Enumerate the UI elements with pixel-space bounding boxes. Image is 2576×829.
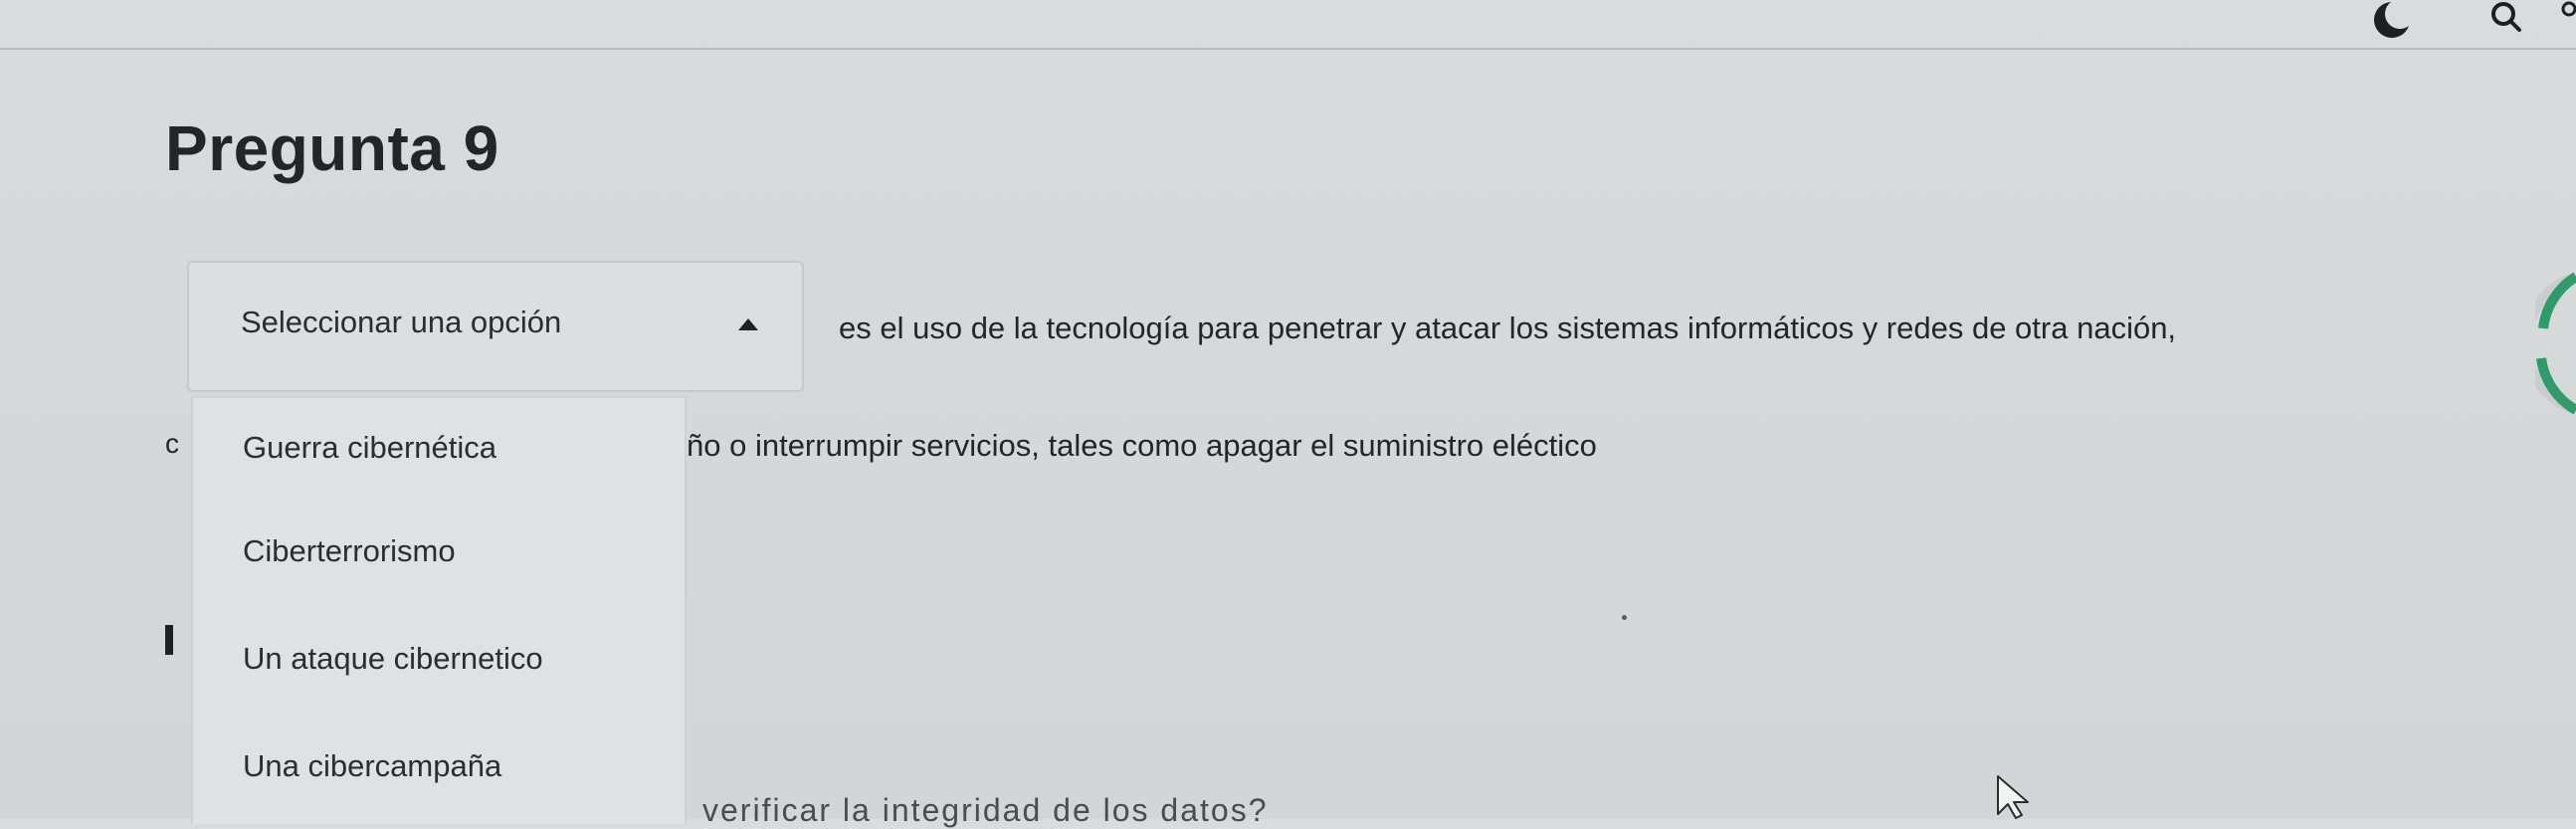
stray-dot [1622,615,1627,620]
header-divider [0,48,2576,50]
question-title: Pregunta 9 [165,112,499,184]
circular-progress-icon [2521,269,2576,418]
caret-up-icon [738,318,758,330]
text-cursor [165,625,173,655]
next-question-text: verificar la integridad de los datos? [702,792,1269,828]
user-icon[interactable] [2557,0,2576,22]
option-guerra-cibernetica[interactable]: Guerra cibernética [243,430,496,466]
question-text-line2: ño o interrumpir servicios, tales como a… [687,428,1597,463]
answer-select[interactable]: Seleccionar una opción [187,261,804,392]
option-ataque-cibernetico[interactable]: Un ataque cibernetico [243,641,543,677]
select-placeholder: Seleccionar una opción [241,305,562,339]
search-icon[interactable] [2483,0,2527,36]
option-cibercampana[interactable]: Una cibercampaña [243,748,501,784]
question-text-line1: es el uso de la tecnología para penetrar… [839,311,2177,345]
mouse-pointer-icon [1996,774,2036,819]
moon-icon[interactable] [2363,0,2417,40]
dropdown-menu: Guerra cibernética Ciberterrorismo Un at… [191,396,687,824]
partial-text: c [165,428,179,459]
option-ciberterrorismo[interactable]: Ciberterrorismo [243,533,456,569]
